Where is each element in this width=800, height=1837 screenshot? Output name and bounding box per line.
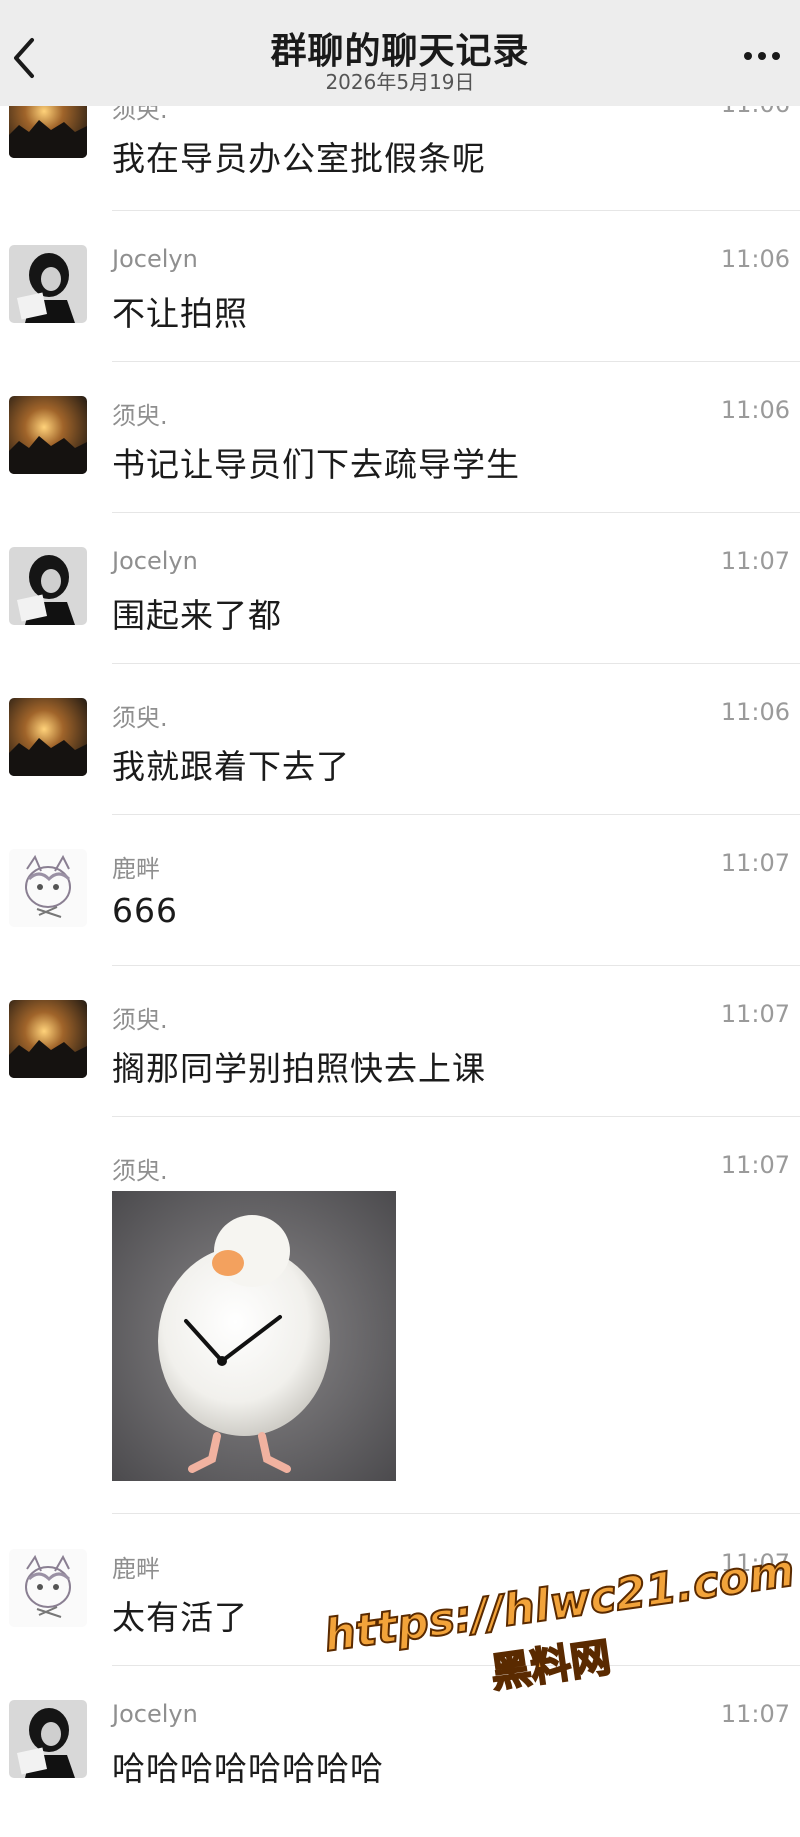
message-text: 我就跟着下去了	[112, 747, 350, 786]
sender-name: 须臾.	[112, 1006, 168, 1034]
message-item: 须臾. 11:07 搁那同学别拍照快去上课	[0, 986, 800, 1137]
message-time: 11:07	[720, 547, 790, 575]
sender-name: 须臾.	[112, 1157, 168, 1185]
message-item: Jocelyn 11:07 围起来了都	[0, 533, 800, 684]
message-item: 须臾. 11:06 我就跟着下去了	[0, 684, 800, 835]
sender-name: Jocelyn	[112, 1700, 198, 1728]
sender-name: Jocelyn	[112, 245, 198, 273]
message-text: 666	[112, 891, 178, 930]
divider	[112, 512, 800, 513]
avatar[interactable]	[9, 849, 87, 927]
message-text: 围起来了都	[112, 596, 282, 635]
avatar[interactable]	[9, 1000, 87, 1078]
nav-header: 群聊的聊天记录 2026年5月19日	[0, 0, 800, 106]
divider	[112, 663, 800, 664]
divider	[112, 814, 800, 815]
avatar[interactable]	[9, 1700, 87, 1778]
divider	[112, 210, 800, 211]
message-item: 须臾. 11:06 书记让导员们下去疏导学生	[0, 382, 800, 533]
message-text: 书记让导员们下去疏导学生	[112, 445, 520, 484]
message-time: 11:06	[720, 396, 790, 424]
message-item: 鹿畔 11:07 666	[0, 835, 800, 986]
sender-name: Jocelyn	[112, 547, 198, 575]
divider	[112, 361, 800, 362]
more-button[interactable]	[742, 48, 782, 62]
more-dots-icon	[744, 52, 780, 60]
page-subtitle: 2026年5月19日	[325, 70, 475, 94]
message-text: 不让拍照	[112, 294, 248, 333]
divider	[112, 1116, 800, 1117]
sender-name: 须臾.	[112, 402, 168, 430]
divider	[112, 965, 800, 966]
sender-name: 鹿畔	[112, 1555, 160, 1583]
avatar[interactable]	[9, 698, 87, 776]
avatar[interactable]	[9, 245, 87, 323]
sender-name: 须臾.	[112, 704, 168, 732]
avatar[interactable]	[9, 1549, 87, 1627]
sender-name: 鹿畔	[112, 855, 160, 883]
message-list: 须臾. 11:06 我在导员办公室批假条呢 Jocelyn 11:06 不让拍照…	[0, 0, 800, 1788]
message-text: 我在导员办公室批假条呢	[112, 139, 486, 178]
message-text: 太有活了	[112, 1598, 248, 1637]
message-time: 11:07	[720, 1000, 790, 1028]
message-text: 搁那同学别拍照快去上课	[112, 1049, 486, 1088]
message-time: 11:06	[720, 245, 790, 273]
message-item: Jocelyn 11:06 不让拍照	[0, 231, 800, 382]
avatar[interactable]	[9, 547, 87, 625]
avatar[interactable]	[9, 396, 87, 474]
divider	[112, 1513, 800, 1514]
message-time: 11:07	[720, 849, 790, 877]
message-item: 须臾. 11:07	[0, 1137, 800, 1517]
duck-clock-sticker[interactable]	[112, 1191, 396, 1481]
message-time: 11:07	[720, 1151, 790, 1179]
message-time: 11:06	[720, 698, 790, 726]
